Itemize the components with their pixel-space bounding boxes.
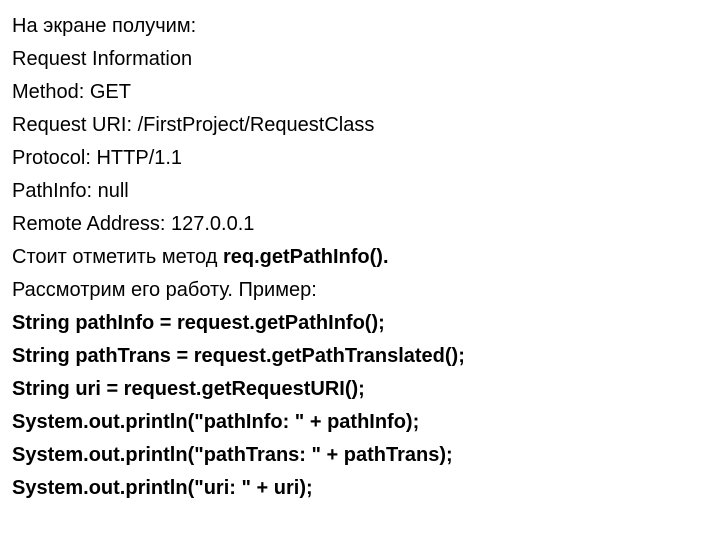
code-line: System.out.println("uri: " + uri); — [12, 472, 708, 505]
note-method: req.getPathInfo(). — [223, 246, 389, 268]
output-line: Protocol: HTTP/1.1 — [12, 142, 708, 175]
output-line: Request URI: /FirstProject/RequestClass — [12, 109, 708, 142]
code-line: System.out.println("pathTrans: " + pathT… — [12, 439, 708, 472]
code-line: String pathTrans = request.getPathTransl… — [12, 340, 708, 373]
note-line: Стоит отметить метод req.getPathInfo(). — [12, 241, 708, 274]
output-line: Request Information — [12, 43, 708, 76]
output-line: На экране получим: — [12, 10, 708, 43]
code-line: System.out.println("pathInfo: " + pathIn… — [12, 406, 708, 439]
output-line: Method: GET — [12, 76, 708, 109]
output-line: PathInfo: null — [12, 175, 708, 208]
example-intro: Рассмотрим его работу. Пример: — [12, 274, 708, 307]
code-line: String pathInfo = request.getPathInfo(); — [12, 307, 708, 340]
note-prefix: Стоит отметить метод — [12, 246, 223, 268]
output-line: Remote Address: 127.0.0.1 — [12, 208, 708, 241]
code-line: String uri = request.getRequestURI(); — [12, 373, 708, 406]
